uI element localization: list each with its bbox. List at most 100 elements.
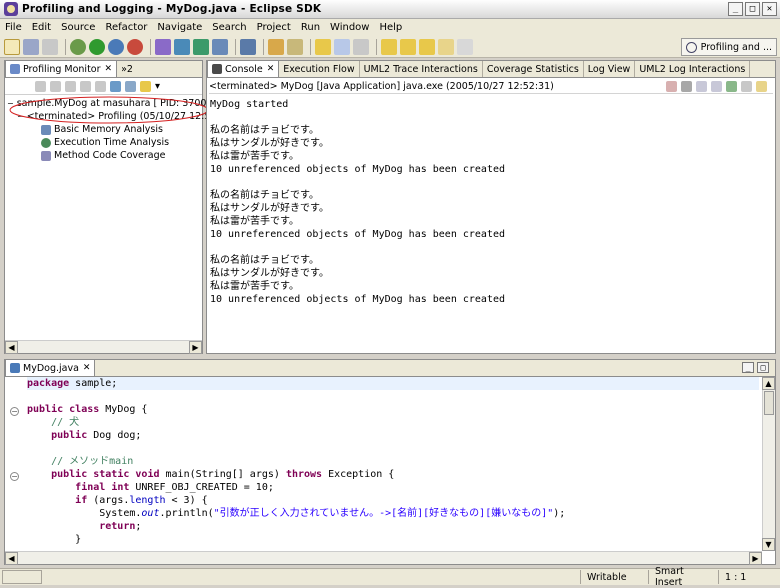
tree-item-coverage[interactable]: Method Code Coverage xyxy=(7,149,200,162)
tab-execution-flow[interactable]: Execution Flow xyxy=(279,61,360,77)
minimize-button[interactable]: _ xyxy=(728,2,743,16)
save-icon[interactable] xyxy=(23,38,39,55)
console-line: 私は雷が苦手です。 xyxy=(210,216,299,227)
menu-help[interactable]: Help xyxy=(374,22,407,33)
toolbar-separator xyxy=(235,38,236,55)
menu-search[interactable]: Search xyxy=(207,22,251,33)
console-output[interactable]: MyDog started 私の名前はチョビです。 私はサンダルが好きです。 私… xyxy=(210,98,771,306)
execution-time-icon xyxy=(41,137,51,148)
last-edit-location-icon[interactable] xyxy=(419,38,435,55)
close-button[interactable]: ✕ xyxy=(762,2,777,16)
code-line: // 犬 xyxy=(27,416,759,429)
pin-console-icon[interactable] xyxy=(726,80,737,92)
code-text: main(String[] args) xyxy=(159,469,286,480)
new-class-icon[interactable] xyxy=(193,38,209,55)
scroll-down-icon[interactable]: ▼ xyxy=(762,538,775,551)
toggle-highlight-icon[interactable] xyxy=(334,38,350,55)
menu-file[interactable]: File xyxy=(0,22,27,33)
clear-console-icon[interactable] xyxy=(696,80,707,92)
tab-uml2-trace[interactable]: UML2 Trace Interactions xyxy=(360,61,483,77)
tab-console[interactable]: Console ✕ xyxy=(207,60,280,77)
profiling-monitor-tabs: Profiling Monitor ✕ »2 xyxy=(5,60,202,78)
previous-annotation-icon[interactable] xyxy=(400,38,416,55)
close-icon[interactable]: ✕ xyxy=(267,64,275,74)
scroll-left-icon[interactable]: ◀ xyxy=(5,341,18,354)
search-icon[interactable] xyxy=(287,38,303,55)
menu-edit[interactable]: Edit xyxy=(27,22,56,33)
menu-run[interactable]: Run xyxy=(296,22,325,33)
menu-refactor[interactable]: Refactor xyxy=(100,22,152,33)
horizontal-scrollbar[interactable]: ◀ ▶ xyxy=(5,551,762,565)
menu-navigate[interactable]: Navigate xyxy=(152,22,207,33)
close-icon[interactable]: ✕ xyxy=(105,64,113,74)
attach-icon[interactable] xyxy=(80,80,91,92)
new-java-project-icon[interactable] xyxy=(155,38,171,55)
code-text: UNREF_OBJ_CREATED = 10; xyxy=(129,482,274,493)
console-line: 私はサンダルが好きです。 xyxy=(210,203,329,214)
memory-analysis-icon xyxy=(41,124,51,135)
display-console-icon[interactable] xyxy=(741,80,752,92)
detach-icon[interactable] xyxy=(95,80,106,92)
new-icon[interactable] xyxy=(4,38,20,55)
next-annotation-icon[interactable] xyxy=(381,38,397,55)
open-folder-icon[interactable] xyxy=(268,38,284,55)
code-area[interactable]: package sample; public class MyDog { // … xyxy=(27,377,759,546)
new-package-icon[interactable] xyxy=(174,38,190,55)
code-text: MyDog { xyxy=(99,404,148,415)
view-menu-icon[interactable]: ▾ xyxy=(155,81,166,92)
tree-item-execution-time[interactable]: Execution Time Analysis xyxy=(7,136,200,149)
filter-icon[interactable] xyxy=(140,80,151,92)
vertical-scrollbar[interactable]: ▲ ▼ xyxy=(762,377,775,551)
menu-source[interactable]: Source xyxy=(56,22,100,33)
maximize-view-button[interactable]: □ xyxy=(757,362,769,373)
keyword: throws xyxy=(285,469,323,480)
resume-icon[interactable] xyxy=(35,80,46,92)
maximize-button[interactable]: □ xyxy=(745,2,760,16)
terminate-icon[interactable] xyxy=(65,80,76,92)
tab-uml2-log[interactable]: UML2 Log Interactions xyxy=(635,61,751,77)
horizontal-scrollbar[interactable]: ◀ ▶ xyxy=(5,340,202,354)
mark-occurrences-icon[interactable] xyxy=(315,38,331,55)
back-icon[interactable] xyxy=(438,38,454,55)
scroll-lock-icon[interactable] xyxy=(711,80,722,92)
menu-window[interactable]: Window xyxy=(325,22,374,33)
new-interface-icon[interactable] xyxy=(212,38,228,55)
scroll-thumb[interactable] xyxy=(764,391,774,415)
profile-icon[interactable] xyxy=(108,38,124,55)
status-message-area xyxy=(2,570,42,584)
minimize-view-button[interactable]: _ xyxy=(742,362,754,373)
fold-icon[interactable]: − xyxy=(10,407,19,416)
perspective-switcher[interactable]: Profiling and ... xyxy=(680,38,777,56)
run-icon[interactable] xyxy=(89,38,105,55)
scroll-left-icon[interactable]: ◀ xyxy=(5,552,18,565)
show-whitespace-icon[interactable] xyxy=(353,38,369,55)
tab-coverage-statistics[interactable]: Coverage Statistics xyxy=(483,61,584,77)
remove-launch-icon[interactable] xyxy=(681,80,692,92)
terminate-icon[interactable] xyxy=(666,80,677,92)
scroll-right-icon[interactable]: ▶ xyxy=(189,341,202,354)
debug-icon[interactable] xyxy=(70,38,86,55)
open-type-icon[interactable] xyxy=(240,38,256,55)
close-icon[interactable]: ✕ xyxy=(83,363,91,373)
keyword: public xyxy=(27,404,64,415)
code-text: Dog dog; xyxy=(87,430,142,441)
suspend-icon[interactable] xyxy=(50,80,61,92)
tab-overflow[interactable]: »2 xyxy=(117,61,137,77)
tab-label: MyDog.java xyxy=(23,362,79,374)
scroll-right-icon[interactable]: ▶ xyxy=(749,552,762,565)
tab-log-view[interactable]: Log View xyxy=(584,61,636,77)
console-line: 10 unreferenced objects of MyDog has bee… xyxy=(210,229,506,240)
scroll-up-icon[interactable]: ▲ xyxy=(762,377,775,390)
print-icon[interactable] xyxy=(42,38,58,55)
menu-project[interactable]: Project xyxy=(252,22,296,33)
fold-icon[interactable]: − xyxy=(10,472,19,481)
collapse-all-icon[interactable] xyxy=(125,80,136,92)
open-console-icon[interactable] xyxy=(756,80,767,92)
tab-mydog-java[interactable]: MyDog.java ✕ xyxy=(5,359,96,376)
forward-icon[interactable] xyxy=(457,38,473,55)
tab-profiling-monitor[interactable]: Profiling Monitor ✕ xyxy=(5,60,118,77)
refresh-icon[interactable] xyxy=(110,80,121,92)
console-header: <terminated> MyDog [Java Application] ja… xyxy=(209,79,773,94)
external-tools-icon[interactable] xyxy=(127,38,143,55)
